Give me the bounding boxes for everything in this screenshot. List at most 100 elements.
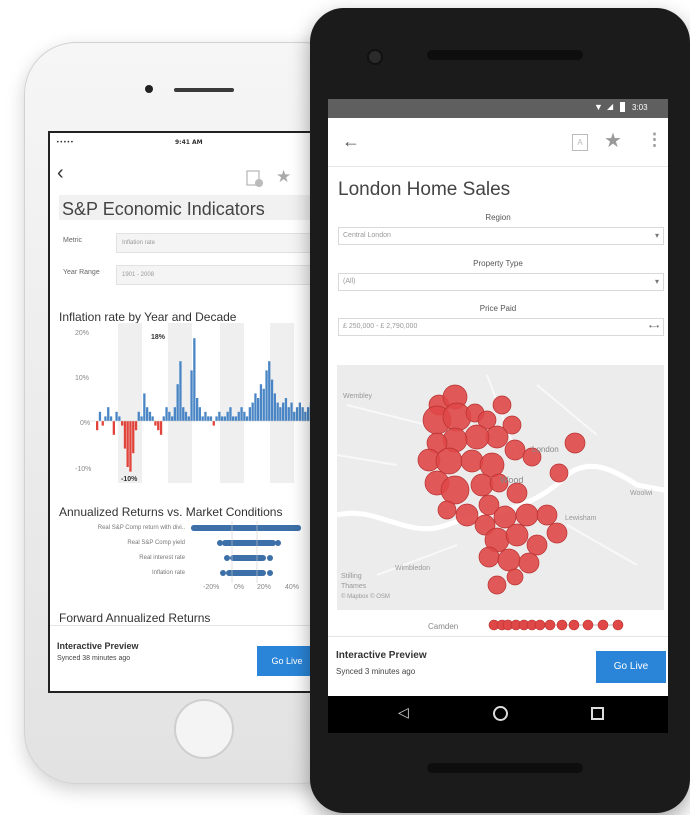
map-label-wood: Wood: [500, 475, 524, 485]
android-device: ▼ ◢ 3:03 ← A ★ ⋮ London Home Sales Regio…: [310, 8, 690, 813]
map-label-lewisham: Lewisham: [565, 515, 597, 522]
inflation-bar: [201, 416, 204, 421]
inflation-bar: [223, 416, 226, 421]
back-arrow-icon[interactable]: ‹: [57, 163, 64, 183]
inflation-bar: [112, 421, 115, 435]
map-bubble: [478, 546, 500, 568]
y-tick-minus10: -10%: [75, 466, 92, 473]
download-icon[interactable]: [246, 170, 264, 188]
row-label-2: Real S&P Comp yield: [127, 540, 185, 546]
map-bubble: [564, 432, 586, 454]
inflation-bar: [218, 411, 221, 421]
map-attribution: © Mapbox © OSM: [341, 594, 390, 600]
battery-icon: [620, 102, 625, 112]
download-icon[interactable]: A: [572, 134, 588, 151]
inflation-bar: [123, 421, 127, 449]
strip-dot: [597, 619, 609, 631]
go-live-button[interactable]: Go Live: [596, 651, 666, 683]
inflation-bar: [240, 407, 243, 421]
strip-dot: [612, 619, 624, 631]
status-bar: ▼ ◢ 3:03: [328, 99, 668, 118]
inflation-bar: [209, 416, 213, 421]
map-label-wimbledon: Wimbledon: [395, 565, 431, 572]
price-paid-slider[interactable]: £ 250,000 - £ 2,790,000 •–•: [338, 318, 664, 336]
nav-back-icon[interactable]: ◁: [398, 704, 409, 721]
inflation-bar: [229, 407, 232, 421]
map-bubble: [518, 552, 540, 574]
row-label-3: Real interest rate: [139, 555, 185, 561]
inflation-bar: [154, 421, 157, 426]
inflation-bar: [204, 411, 207, 421]
year-range-label: Year Range: [63, 269, 100, 276]
inflation-bar: [173, 407, 176, 421]
inflation-bar: [232, 416, 235, 421]
inflation-bar: [165, 407, 168, 421]
map-bubble: [515, 503, 539, 527]
map-label-woolwich: Woolwi: [630, 490, 653, 497]
inflation-bar: [132, 421, 135, 454]
sales-map[interactable]: Wembley London Wood Woolwi Lewisham Wimb…: [337, 365, 664, 610]
inflation-bar: [220, 416, 224, 421]
status-time: 9:41 AM: [175, 139, 203, 146]
inflation-bar: [257, 398, 260, 421]
inflation-bar: [162, 416, 165, 421]
inflation-bar: [101, 421, 104, 426]
dashboard-title: S&P Economic Indicators: [59, 195, 335, 220]
map-bubble: [492, 395, 512, 415]
metric-select[interactable]: Inflation rate: [116, 233, 335, 253]
year-range-slider[interactable]: 1901 - 2008 ◦◦: [116, 265, 335, 285]
home-button[interactable]: [174, 699, 234, 759]
map-label-wembley: Wembley: [343, 393, 373, 400]
inflation-bar: [115, 411, 118, 421]
back-arrow-icon[interactable]: ←: [342, 131, 360, 152]
inflation-bar: [143, 393, 146, 421]
map-bubble: [479, 452, 505, 478]
inflation-bar: [215, 416, 218, 421]
map-label-london: London: [532, 445, 559, 454]
x-tick-4: 40%: [285, 584, 300, 591]
row-label-4: Inflation rate: [151, 570, 185, 576]
inflation-bar-chart[interactable]: [50, 323, 335, 493]
inflation-bar: [298, 402, 301, 421]
app-toolbar: ← A ★ ⋮: [328, 118, 668, 167]
nav-recents-icon[interactable]: [591, 707, 604, 720]
go-live-button[interactable]: Go Live: [257, 646, 317, 676]
inflation-bar: [301, 407, 304, 421]
strip-dot: [534, 619, 546, 631]
inflation-bar: [287, 407, 290, 421]
more-vertical-icon[interactable]: ⋮: [646, 130, 663, 150]
inflation-bar: [179, 361, 182, 421]
inflation-bar: [104, 416, 107, 421]
front-camera: [367, 49, 383, 65]
dropdown-caret-icon: ▾: [654, 231, 659, 240]
property-type-value: (All): [343, 278, 356, 285]
inflation-bar: [159, 421, 163, 435]
map-bubble: [440, 475, 470, 505]
inflation-bar: [268, 361, 271, 421]
inflation-bar: [237, 411, 240, 421]
chart2-title: Annualized Returns vs. Market Conditions: [59, 505, 283, 519]
camden-dot-strip[interactable]: [478, 615, 638, 635]
inflation-bar: [290, 402, 293, 421]
x-tick-1: -20%: [203, 584, 220, 591]
region-select[interactable]: Central London ▾: [338, 227, 664, 245]
preview-title: Interactive Preview: [57, 641, 139, 651]
x-tick-2: 0%: [234, 584, 245, 591]
inflation-bar: [304, 411, 307, 421]
inflation-bar: [190, 370, 193, 421]
favorite-star-icon[interactable]: ★: [604, 128, 622, 153]
decade-band: [220, 323, 244, 483]
map-base: [337, 374, 664, 595]
status-time: 3:03: [632, 103, 648, 112]
nav-home-icon[interactable]: [493, 706, 508, 721]
inflation-bar: [146, 407, 149, 421]
inflation-bar: [98, 411, 102, 421]
inflation-bar: [276, 402, 279, 421]
inflation-bar: [182, 407, 185, 421]
y-tick-20: 20%: [75, 330, 90, 337]
property-type-select[interactable]: (All) ▾: [338, 273, 664, 291]
inflation-bar: [121, 421, 124, 426]
favorite-star-icon[interactable]: ★: [276, 167, 291, 187]
y-tick-0: 0%: [80, 420, 91, 427]
inflation-bar: [262, 388, 265, 421]
